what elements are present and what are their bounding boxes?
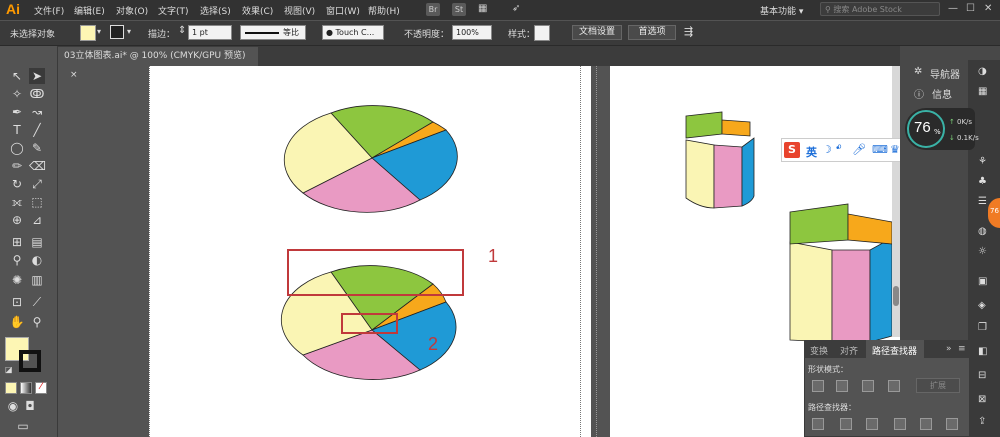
cylinder-top-green [685, 111, 723, 139]
symbols-panel-icon[interactable]: ♣ [978, 176, 987, 187]
shape-modes-label: 形状模式： [808, 365, 848, 374]
color-panel-icon[interactable]: ◑ [978, 66, 987, 77]
exclude-button[interactable] [888, 380, 900, 392]
upload-arrow-icon: ↑ [949, 118, 955, 126]
ime-voice-icon[interactable]: 🎤︎ [852, 143, 866, 156]
unite-button[interactable] [812, 380, 824, 392]
network-speed-widget[interactable]: 76 % ↑ 0K/s ↓ 0.1K/s [905, 108, 979, 150]
appearance-panel-icon[interactable]: ☼ [978, 246, 987, 257]
panel-menu-icon[interactable]: ≡ [958, 344, 966, 354]
cylinder-segment-pink [831, 249, 871, 343]
cylinder-top-green [789, 203, 849, 245]
pathfinders-label: 路径查找器： [808, 403, 856, 412]
cylinder-segment-pink [713, 144, 743, 209]
cylinder-segment-yellow [685, 139, 715, 209]
cylinder-segment-yellow [789, 241, 833, 343]
tab-align[interactable]: 对齐 [840, 344, 858, 357]
ime-logo-icon: S [784, 142, 800, 158]
ime-halfwidth-icon[interactable]: ☽ [822, 143, 832, 156]
tab-pathfinder-active[interactable]: 路径查找器 [866, 340, 924, 358]
layers-panel-icon[interactable]: ◈ [978, 300, 986, 311]
artboards-panel-icon[interactable]: ❐ [978, 322, 987, 333]
upload-rate: 0K/s [957, 118, 973, 126]
cylinder-segment-blue [869, 237, 893, 343]
download-rate: 0.1K/s [957, 134, 979, 142]
cylinder-segment-blue [741, 137, 755, 207]
navigator-icon[interactable]: ✲ [914, 66, 922, 77]
pathfinder-panel-icon[interactable]: ◧ [978, 346, 987, 357]
scrollbar-thumb[interactable] [893, 286, 899, 306]
cylinder-chart-small[interactable] [685, 111, 755, 209]
ime-skin-icon[interactable]: ♛ [890, 143, 900, 156]
panel-collapse-icon[interactable]: » [946, 344, 952, 354]
navigator-panel-label[interactable]: 导航器 [930, 66, 960, 81]
info-icon[interactable]: ⓘ [914, 86, 924, 101]
cylinder-top-orange [721, 119, 751, 137]
info-panel-label[interactable]: 信息 [932, 86, 952, 101]
cylinder-top-orange [847, 213, 893, 245]
annotation-label-2: 2 [428, 334, 439, 354]
tab-transform[interactable]: 变换 [810, 344, 828, 357]
cylinder-chart-large[interactable] [789, 203, 893, 343]
asset-export-icon[interactable]: ⇪ [978, 416, 986, 427]
outline-button[interactable] [920, 418, 932, 430]
trim-button[interactable] [840, 418, 852, 430]
minus-back-button[interactable] [946, 418, 958, 430]
graphic-styles-icon[interactable]: ▣ [978, 276, 987, 287]
transparency-panel-icon[interactable]: ◍ [978, 226, 987, 237]
floating-badge-value: 76 [990, 207, 999, 215]
speed-percent-unit: % [934, 128, 941, 136]
floating-badge[interactable]: 76 [988, 198, 1000, 228]
stroke-panel-icon[interactable]: ☰ [978, 196, 987, 207]
divide-button[interactable] [812, 418, 824, 430]
annotation-label-1: 1 [488, 246, 499, 266]
swatches-panel-icon[interactable]: ▦ [978, 86, 987, 97]
speed-percent: 76 [914, 119, 931, 136]
ime-keyboard-icon[interactable]: ⌨ [872, 143, 888, 156]
align-panel-icon[interactable]: ⊟ [978, 370, 986, 381]
transform-panel-icon[interactable]: ⊠ [978, 394, 986, 405]
expand-button[interactable]: 扩展 [916, 378, 960, 393]
pie-chart-top[interactable] [283, 105, 458, 213]
ime-language-toggle[interactable]: 英 [806, 144, 817, 160]
vertical-scrollbar[interactable] [892, 66, 900, 337]
pie-chart-bottom[interactable] [280, 265, 457, 380]
tab-pathfinder-label: 路径查找器 [872, 347, 918, 357]
merge-button[interactable] [866, 418, 878, 430]
download-arrow-icon: ↓ [949, 134, 955, 142]
intersect-button[interactable] [862, 380, 874, 392]
brushes-panel-icon[interactable]: ⚘ [978, 156, 987, 167]
ime-punctuation-icon[interactable]: •ͦ [836, 143, 840, 154]
crop-button[interactable] [894, 418, 906, 430]
minus-front-button[interactable] [836, 380, 848, 392]
